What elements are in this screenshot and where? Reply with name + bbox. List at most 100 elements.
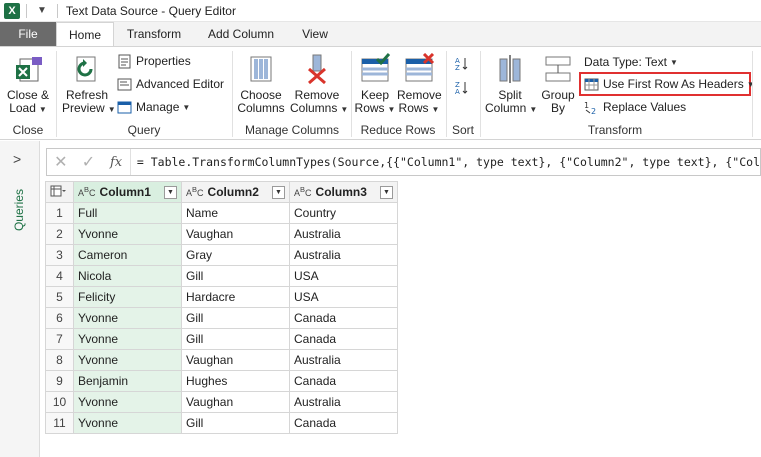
table-cell[interactable]: Australia <box>289 223 398 245</box>
table-cell[interactable]: Australia <box>289 244 398 266</box>
table-cell[interactable]: Country <box>289 202 398 224</box>
table-cell[interactable]: Canada <box>289 307 398 329</box>
table-cell[interactable]: USA <box>289 265 398 287</box>
tab-add-column[interactable]: Add Column <box>196 22 286 46</box>
close-and-load-button[interactable]: Close & Load ▼ <box>4 53 52 116</box>
table-cell[interactable]: Australia <box>289 391 398 413</box>
tab-view[interactable]: View <box>290 22 340 46</box>
table-cell[interactable]: Canada <box>289 412 398 434</box>
text-type-icon[interactable]: ABC <box>294 185 312 198</box>
text-type-icon[interactable]: ABC <box>78 185 96 198</box>
table-cell[interactable]: Gill <box>181 412 290 434</box>
table-cell[interactable]: Name <box>181 202 290 224</box>
data-type-dropdown[interactable]: Data Type: Text ▼ <box>584 52 678 72</box>
table-cell[interactable]: USA <box>289 286 398 308</box>
table-cell[interactable]: Yvonne <box>73 391 182 413</box>
group-separator <box>480 51 481 137</box>
table-row: 5 Felicity Hardacre USA <box>45 286 398 308</box>
table-cell[interactable]: Yvonne <box>73 328 182 350</box>
table-cell[interactable]: Yvonne <box>73 307 182 329</box>
table-cell[interactable]: Gill <box>181 307 290 329</box>
table-cell[interactable]: Full <box>73 202 182 224</box>
table-menu-icon[interactable] <box>45 181 74 203</box>
manage-icon <box>117 101 132 113</box>
table-cell[interactable]: Cameron <box>73 244 182 266</box>
text-type-icon[interactable]: ABC <box>186 185 204 198</box>
remove-rows-icon <box>405 53 435 82</box>
table-cell[interactable]: Yvonne <box>73 223 182 245</box>
use-first-row-as-headers-button[interactable]: Use First Row As Headers ▼ <box>584 74 755 94</box>
column-header-3[interactable]: ABC Column3 ▼ <box>289 181 398 203</box>
table-cell[interactable]: Australia <box>289 349 398 371</box>
replace-values-icon: 12 <box>584 101 596 115</box>
quick-access-dropdown-icon[interactable]: ▼ <box>37 5 47 16</box>
properties-button[interactable]: Properties <box>117 51 191 71</box>
table-cell[interactable]: Canada <box>289 370 398 392</box>
table-cell[interactable]: Hughes <box>181 370 290 392</box>
filter-dropdown-icon[interactable]: ▼ <box>272 185 285 199</box>
sort-ascending-button[interactable]: AZ <box>454 53 473 73</box>
group-separator <box>56 51 57 137</box>
fx-icon[interactable]: fx <box>102 155 130 170</box>
group-reduce-rows-label: Reduce Rows <box>360 123 436 137</box>
group-separator <box>446 51 447 137</box>
table-row: 8 Yvonne Vaughan Australia <box>45 349 398 371</box>
table-cell[interactable]: Benjamin <box>73 370 182 392</box>
group-query-label: Query <box>127 123 161 137</box>
filter-dropdown-icon[interactable]: ▼ <box>380 185 393 199</box>
expand-chevron-icon[interactable]: > <box>13 151 21 167</box>
group-separator <box>232 51 233 137</box>
svg-text:2: 2 <box>591 107 596 115</box>
svg-text:A: A <box>455 88 460 95</box>
refresh-preview-button[interactable]: Refresh Preview ▼ <box>62 53 116 116</box>
table-row: 6 Yvonne Gill Canada <box>45 307 398 329</box>
table-cell[interactable]: Canada <box>289 328 398 350</box>
advanced-editor-icon <box>117 78 132 90</box>
tab-transform[interactable]: Transform <box>118 22 190 46</box>
table-cell[interactable]: Vaughan <box>181 223 290 245</box>
ribbon-tabs: File Home Transform Add Column View <box>0 22 761 47</box>
replace-values-label: Replace Values <box>603 100 687 114</box>
choose-columns-button[interactable]: Choose Columns <box>237 53 285 115</box>
queries-pane: > Queries <box>0 141 40 457</box>
manage-label: Manage <box>136 100 180 114</box>
svg-text:1: 1 <box>584 101 589 110</box>
sort-ascending-icon: AZ <box>455 57 468 71</box>
remove-rows-button[interactable]: Remove Rows ▼ <box>397 53 442 116</box>
table-cell[interactable]: Nicola <box>73 265 182 287</box>
confirm-icon[interactable]: ✓ <box>75 152 103 172</box>
tab-file[interactable]: File <box>0 22 56 46</box>
column-header-1[interactable]: ABC Column1 ▼ <box>73 181 182 203</box>
remove-columns-button[interactable]: Remove Columns ▼ <box>290 53 348 116</box>
table-cell[interactable]: Yvonne <box>73 412 182 434</box>
row-number: 8 <box>45 349 74 371</box>
replace-values-button[interactable]: 12 Replace Values <box>584 97 686 117</box>
table-cell[interactable]: Gray <box>181 244 290 266</box>
manage-button[interactable]: Manage ▼ <box>117 97 190 117</box>
formula-input[interactable]: = Table.TransformColumnTypes(Source,{{"C… <box>129 149 760 175</box>
table-cell[interactable]: Gill <box>181 328 290 350</box>
group-by-button[interactable]: Group By <box>538 53 578 115</box>
row-number: 10 <box>45 391 74 413</box>
keep-rows-button[interactable]: Keep Rows ▼ <box>354 53 396 116</box>
remove-rows-label: Remove <box>397 88 442 102</box>
sort-descending-button[interactable]: ZA <box>454 77 473 97</box>
choose-columns-label: Choose <box>240 88 282 102</box>
table-cell[interactable]: Vaughan <box>181 391 290 413</box>
table-cell[interactable]: Gill <box>181 265 290 287</box>
advanced-editor-button[interactable]: Advanced Editor <box>117 74 224 94</box>
ribbon: Close & Load ▼ Close Refresh Preview ▼ Pro… <box>0 46 761 140</box>
queries-pane-label[interactable]: Queries <box>12 189 26 231</box>
filter-dropdown-icon[interactable]: ▼ <box>164 185 177 199</box>
column-header-2[interactable]: ABC Column2 ▼ <box>181 181 290 203</box>
split-column-button[interactable]: Split Column ▼ <box>485 53 537 116</box>
cancel-icon[interactable]: ✕ <box>47 152 75 172</box>
table-cell[interactable]: Vaughan <box>181 349 290 371</box>
tab-home[interactable]: Home <box>56 22 114 47</box>
table-cell[interactable]: Hardacre <box>181 286 290 308</box>
row-number: 5 <box>45 286 74 308</box>
table-cell[interactable]: Felicity <box>73 286 182 308</box>
remove-columns-icon <box>308 54 326 85</box>
table-cell[interactable]: Yvonne <box>73 349 182 371</box>
table-row: 2 Yvonne Vaughan Australia <box>45 223 398 245</box>
